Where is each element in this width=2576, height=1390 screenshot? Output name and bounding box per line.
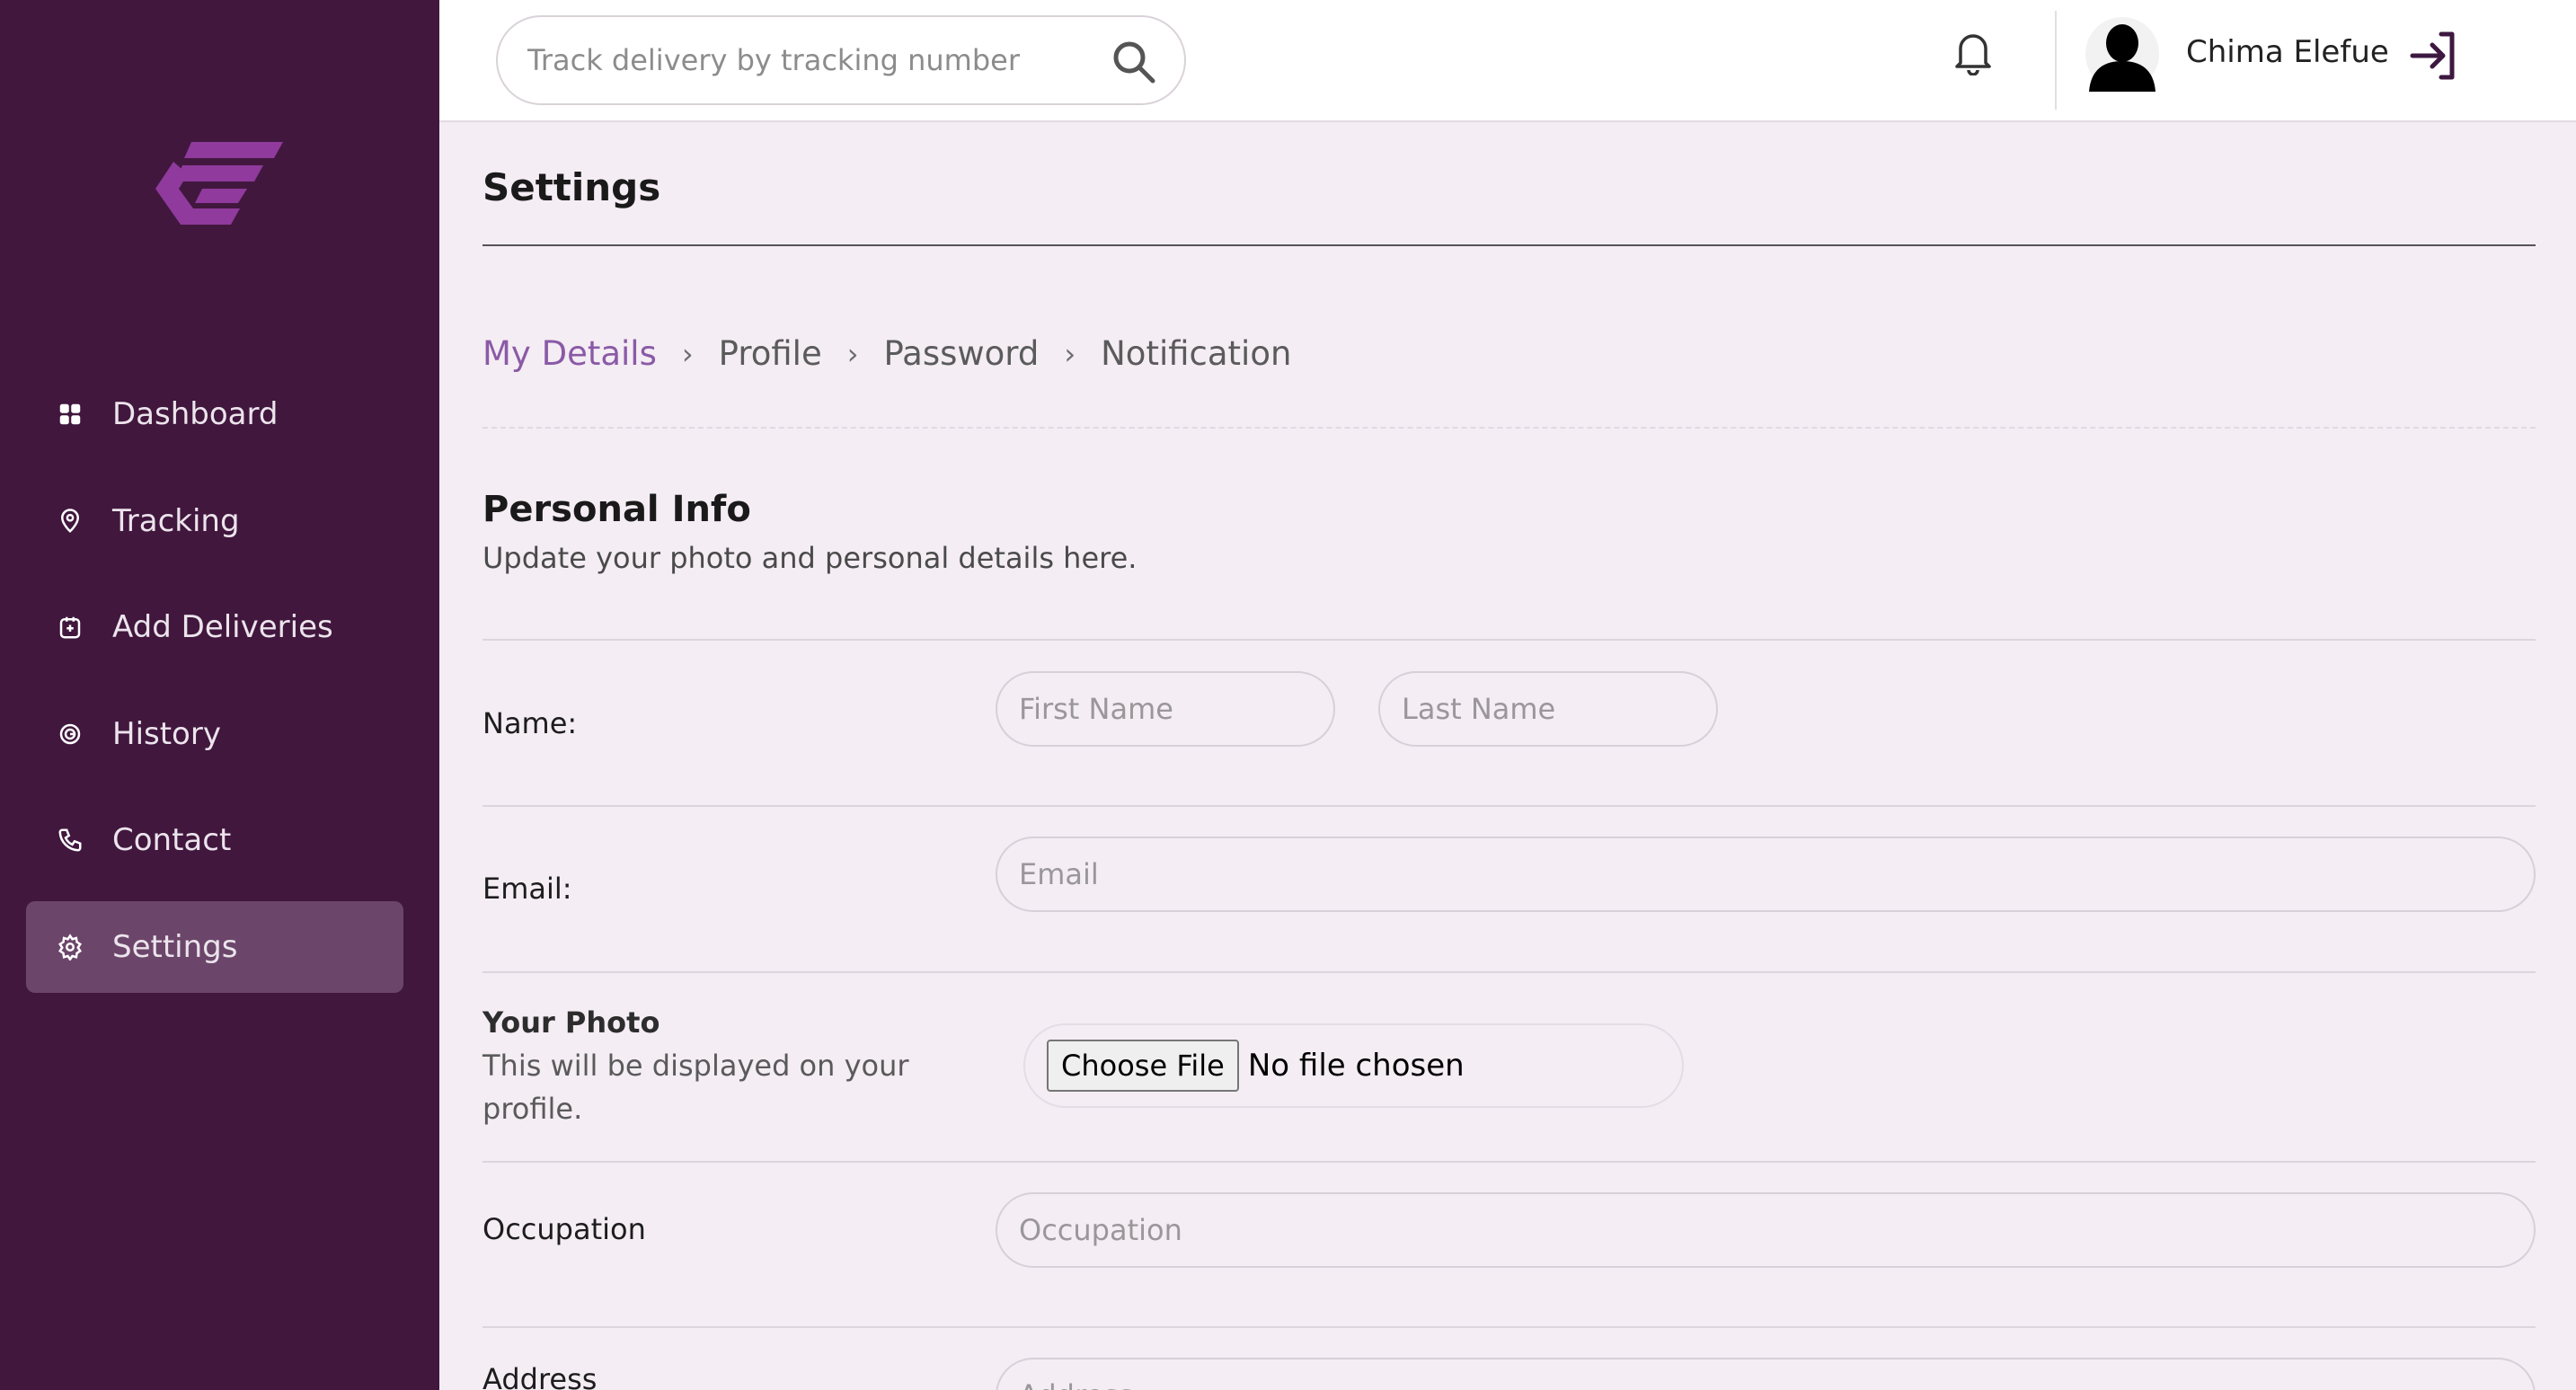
sidebar: Dashboard Tracking Add Deliveries Histor…	[0, 0, 439, 1390]
chevron-right-icon: ›	[681, 336, 694, 371]
phone-icon	[55, 825, 85, 855]
sidebar-item-label: Dashboard	[112, 396, 279, 432]
sidebar-item-tracking[interactable]: Tracking	[26, 475, 403, 567]
photo-label: Your Photo	[482, 1005, 660, 1040]
address-field[interactable]	[996, 1358, 2536, 1390]
sidebar-item-settings[interactable]: Settings	[26, 900, 403, 993]
occupation-field[interactable]	[996, 1192, 2536, 1268]
sidebar-item-label: Tracking	[112, 502, 240, 539]
sidebar-item-label: Settings	[112, 928, 238, 965]
chevron-right-icon: ›	[846, 336, 859, 371]
sidebar-item-dashboard[interactable]: Dashboard	[26, 368, 403, 460]
form-divider	[482, 971, 2536, 973]
grid-icon	[55, 399, 85, 429]
brand-logo-icon[interactable]	[148, 135, 283, 229]
sidebar-item-add-deliveries[interactable]: Add Deliveries	[26, 581, 403, 673]
sidebar-item-label: History	[112, 715, 221, 752]
chevron-right-icon: ›	[1064, 336, 1076, 371]
photo-description: This will be displayed on your profile.	[482, 1049, 909, 1126]
search-bar	[496, 15, 1186, 105]
file-status: No file chosen	[1247, 1048, 1465, 1084]
form-divider	[482, 1326, 2536, 1328]
form-divider	[482, 805, 2536, 807]
tabs-divider	[482, 427, 2536, 429]
address-label: Address	[482, 1362, 598, 1390]
user-name[interactable]: Chima Elefue	[2186, 34, 2389, 70]
user-avatar-icon[interactable]	[2085, 16, 2159, 92]
gear-icon	[55, 932, 85, 962]
email-label: Email:	[482, 872, 572, 906]
page-title: Settings	[482, 165, 661, 209]
choose-file-button[interactable]: Choose File	[1047, 1040, 1239, 1092]
tab-notification[interactable]: Notification	[1101, 334, 1291, 373]
tab-my-details[interactable]: My Details	[482, 334, 657, 373]
search-icon[interactable]	[1111, 39, 1157, 85]
form-divider	[482, 1161, 2536, 1163]
section-title: Personal Info	[482, 489, 751, 530]
sidebar-nav: Dashboard Tracking Add Deliveries Histor…	[26, 368, 403, 1008]
settings-breadcrumb-tabs: My Details › Profile › Password › Notifi…	[482, 334, 1291, 373]
sidebar-item-label: Contact	[112, 822, 232, 859]
sidebar-item-label: Add Deliveries	[112, 609, 333, 646]
last-name-field[interactable]	[1378, 671, 1718, 747]
logout-icon[interactable]	[2407, 29, 2461, 83]
package-add-icon	[55, 612, 85, 642]
tab-password[interactable]: Password	[884, 334, 1040, 373]
notification-bell-icon[interactable]	[1952, 29, 1995, 76]
name-label: Name:	[482, 706, 578, 740]
title-divider	[482, 244, 2536, 246]
section-subtitle: Update your photo and personal details h…	[482, 541, 1138, 575]
email-field[interactable]	[996, 837, 2536, 912]
first-name-field[interactable]	[996, 671, 1335, 747]
sidebar-item-history[interactable]: History	[26, 688, 403, 780]
search-input[interactable]	[527, 43, 1067, 77]
history-icon	[55, 719, 85, 749]
tab-profile[interactable]: Profile	[719, 334, 822, 373]
occupation-label: Occupation	[482, 1212, 646, 1246]
form-divider	[482, 639, 2536, 641]
photo-file-input: Choose File No file chosen	[1023, 1023, 1684, 1108]
header-divider	[2055, 11, 2057, 110]
sidebar-item-contact[interactable]: Contact	[26, 794, 403, 886]
top-header: Chima Elefue	[439, 0, 2576, 122]
map-pin-icon	[55, 506, 85, 536]
